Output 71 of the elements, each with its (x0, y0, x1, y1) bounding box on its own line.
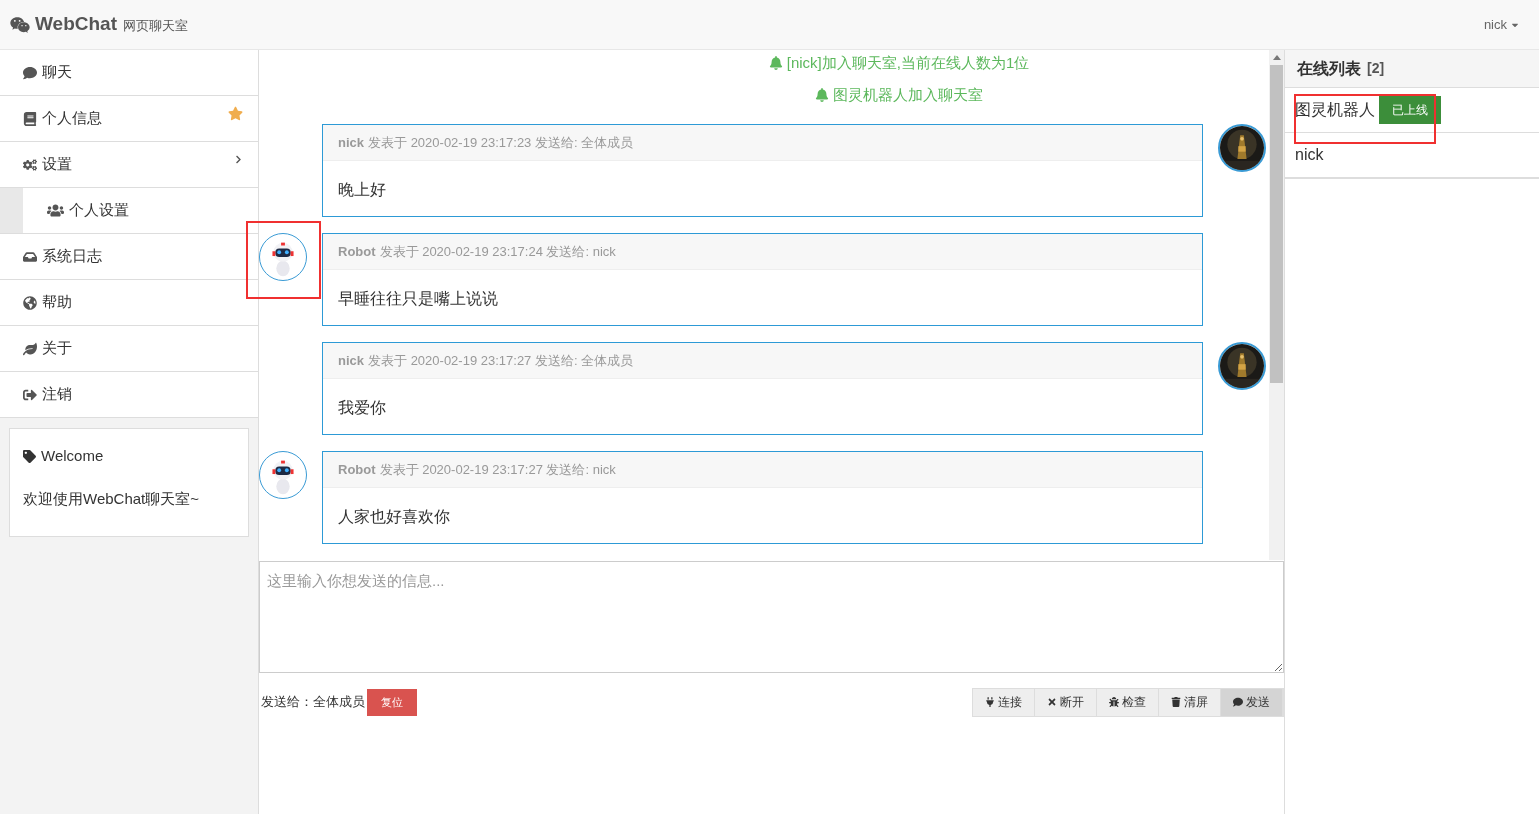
sidebar-label: 帮助 (42, 292, 72, 313)
toolbar-button[interactable]: 断开 (1035, 688, 1097, 716)
sidebar-label: 个人信息 (42, 108, 102, 129)
scrollbar-thumb[interactable] (1270, 65, 1283, 383)
star-icon (228, 106, 243, 121)
sidebar-item[interactable]: 设置 (0, 142, 258, 188)
sidebar-subitem[interactable]: 个人设置 (23, 188, 258, 233)
sender-name: nick (338, 133, 364, 152)
bug-icon (1109, 697, 1119, 707)
toolbar-button[interactable]: 连接 (973, 688, 1035, 716)
plug-icon (985, 697, 995, 707)
bell-icon (815, 88, 829, 103)
chat-bubbles-icon (9, 15, 31, 34)
user-name: nick (1295, 145, 1324, 165)
message-text: 我爱你 (337, 398, 387, 418)
sidebar-label: 关于 (42, 338, 72, 359)
speech-bubble-icon (1233, 697, 1243, 707)
toolbar-button[interactable]: 清屏 (1159, 688, 1221, 716)
inbox-icon (23, 249, 37, 264)
sender-name: nick (338, 351, 364, 370)
bell-icon (768, 56, 783, 71)
notice-text: 图灵机器人加入聊天室 (833, 85, 983, 105)
sign-out-icon (23, 387, 37, 402)
gears-icon (23, 157, 37, 172)
scroll-up-arrow-icon (1272, 55, 1281, 60)
message-meta: 发表于 2020-02-19 23:17:24 发送给: nick (379, 242, 616, 261)
sidebar-label: 设置 (42, 154, 72, 175)
message-meta: 发表于 2020-02-19 23:17:27 发送给: 全体成员 (368, 351, 634, 370)
globe-icon (23, 295, 37, 310)
message-input[interactable]: 这里输入你想发送的信息... (259, 561, 1284, 673)
panel-text: 欢迎使用WebChat聊天室~ (23, 488, 200, 509)
tag-icon (23, 449, 36, 463)
sidebar-label: 系统日志 (42, 246, 102, 267)
sidebar-label: 个人设置 (69, 200, 129, 221)
trash-icon (1171, 697, 1181, 707)
speech-bubble-icon (23, 65, 37, 80)
users-icon (47, 203, 64, 218)
brand-subtitle: 网页聊天室 (123, 17, 188, 36)
book-icon (23, 111, 37, 126)
toolbar-button[interactable]: 发送 (1221, 688, 1283, 716)
online-user[interactable]: nick (1285, 133, 1539, 178)
message-text: 早睡往往只是嘴上说说 (337, 289, 499, 309)
sender-name: Robot (338, 242, 376, 261)
toolbar-button[interactable]: 检查 (1097, 688, 1159, 716)
panel-title: 在线列表 (1297, 58, 1361, 79)
sidebar-item[interactable]: 注销 (0, 372, 258, 418)
sender-name: Robot (338, 460, 376, 479)
sidebar-item[interactable]: 帮助 (0, 280, 258, 326)
sidebar-item[interactable]: 个人信息 (0, 96, 258, 142)
status-label: 已上线 (1379, 96, 1441, 124)
message-meta: 发表于 2020-02-19 23:17:23 发送给: 全体成员 (368, 133, 634, 152)
brand-title[interactable]: WebChat (35, 10, 117, 39)
sidebar-item[interactable]: 系统日志 (0, 234, 258, 280)
leaf-icon (23, 341, 37, 356)
close-icon (1047, 697, 1057, 707)
user-name: 图灵机器人 (1295, 100, 1375, 120)
sidebar-item[interactable]: 关于 (0, 326, 258, 372)
sidebar-item[interactable]: 聊天 (0, 50, 258, 96)
message-text: 人家也好喜欢你 (337, 507, 451, 527)
message-text: 晚上好 (337, 180, 387, 200)
panel-title: Welcome (41, 446, 104, 466)
sidebar-label: 注销 (42, 384, 72, 405)
message-meta: 发表于 2020-02-19 23:17:27 发送给: nick (379, 460, 616, 479)
sidebar-label: 聊天 (42, 62, 72, 83)
notice-text: [nick]加入聊天室,当前在线人数为1位 (786, 53, 1030, 73)
recipient-label: 发送给：全体成员 (260, 693, 365, 712)
reset-button[interactable]: 复位 (367, 688, 417, 716)
chevron-icon (234, 155, 243, 164)
user-menu[interactable]: nick (1483, 14, 1520, 35)
online-count: [2] (1367, 59, 1385, 78)
online-user[interactable]: 图灵机器人 已上线 (1285, 88, 1539, 133)
